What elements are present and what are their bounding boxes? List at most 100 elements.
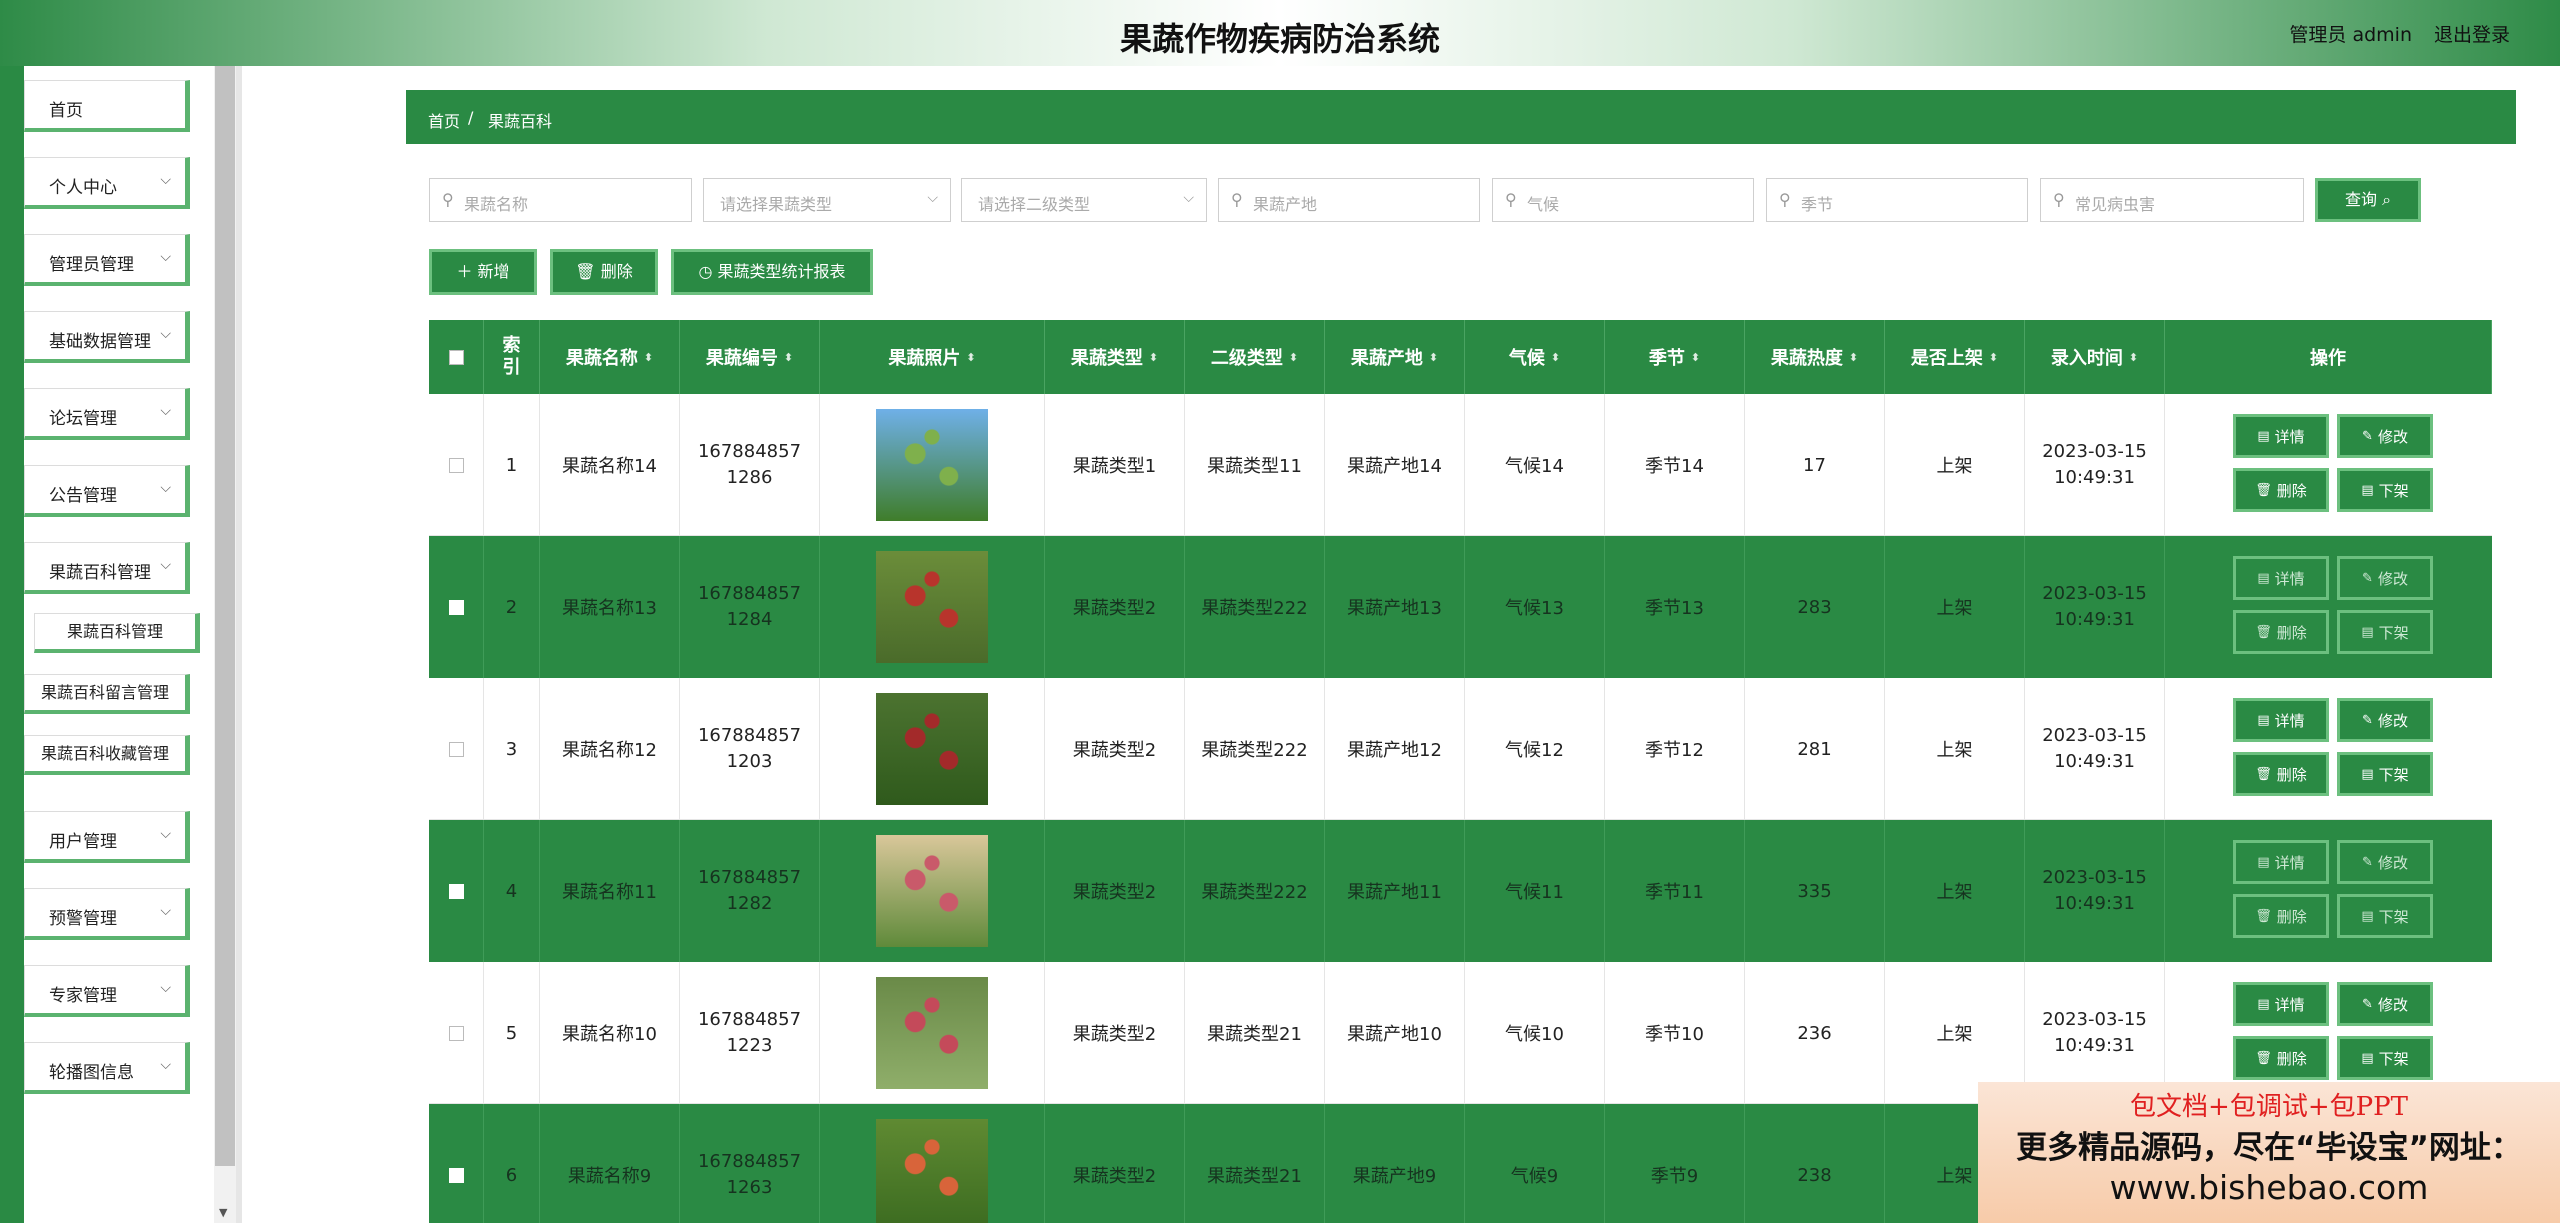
cell-season: 季节14: [1605, 394, 1745, 536]
add-button[interactable]: ＋ 新增: [429, 249, 537, 295]
cell-type-text: 果蔬类型2: [1072, 598, 1157, 619]
cell-climate: 气候12: [1465, 678, 1605, 820]
search-field-4[interactable]: ⚲ 气候: [1492, 178, 1754, 222]
row-checkbox[interactable]: [448, 883, 464, 899]
column-header-6[interactable]: 果蔬产地 ⬍: [1325, 320, 1465, 394]
search-field-0[interactable]: ⚲ 果蔬名称: [429, 178, 692, 222]
column-header-2[interactable]: 果蔬编号 ⬍: [680, 320, 820, 394]
sort-icon[interactable]: ⬍: [1429, 351, 1438, 364]
edit-button[interactable]: ✎修改: [2337, 556, 2433, 600]
row-checkbox[interactable]: [448, 1025, 464, 1041]
delete-button[interactable]: 🗑删除: [2233, 1036, 2329, 1080]
row-checkbox[interactable]: [448, 741, 464, 757]
select-all-checkbox[interactable]: [448, 349, 464, 365]
search-field-3[interactable]: ⚲ 果蔬产地: [1218, 178, 1480, 222]
cell-code-text: 1678848571286: [697, 441, 802, 488]
column-header-9[interactable]: 果蔬热度 ⬍: [1745, 320, 1885, 394]
chevron-down-icon: ⌵: [160, 480, 171, 496]
sidebar-subitem-2[interactable]: 果蔬百科收藏管理: [24, 735, 190, 775]
cell-subtype-text: 果蔬类型222: [1201, 882, 1308, 903]
document-icon: ▤: [2257, 570, 2270, 586]
sort-icon[interactable]: ⬍: [1289, 351, 1298, 364]
sort-icon[interactable]: ⬍: [784, 351, 793, 364]
sort-icon[interactable]: ⬍: [2129, 351, 2138, 364]
search-field-5[interactable]: ⚲ 季节: [1766, 178, 2028, 222]
sidebar-item-after-1[interactable]: 预警管理 ⌵: [24, 888, 190, 940]
row-checkbox[interactable]: [448, 1167, 464, 1183]
column-header-10[interactable]: 是否上架 ⬍: [1885, 320, 2025, 394]
column-header-5[interactable]: 二级类型 ⬍: [1185, 320, 1325, 394]
sidebar-item-3[interactable]: 基础数据管理 ⌵: [24, 311, 190, 363]
sort-icon[interactable]: ⬍: [1149, 351, 1158, 364]
detail-button[interactable]: ▤详情: [2233, 698, 2329, 742]
cell-climate-text: 气候12: [1505, 740, 1564, 761]
cell-name: 果蔬名称12: [540, 678, 680, 820]
offshelf-button[interactable]: ▤下架: [2337, 468, 2433, 512]
column-header-4[interactable]: 果蔬类型 ⬍: [1045, 320, 1185, 394]
sort-icon[interactable]: ⬍: [1691, 351, 1700, 364]
column-header-11[interactable]: 录入时间 ⬍: [2025, 320, 2165, 394]
plus-icon: ＋: [456, 262, 473, 281]
logout-link[interactable]: 退出登录: [2434, 20, 2510, 47]
cell-code: 1678848571203: [680, 678, 820, 820]
sidebar-item-after-0[interactable]: 用户管理 ⌵: [24, 811, 190, 863]
scroll-down-arrow-icon[interactable]: ▼: [219, 1206, 227, 1219]
report-button[interactable]: ◷ 果蔬类型统计报表: [671, 249, 873, 295]
delete-button[interactable]: 🗑删除: [2233, 752, 2329, 796]
sidebar-subitem-1[interactable]: 果蔬百科留言管理: [24, 674, 190, 714]
query-button[interactable]: 查询 ⌕: [2315, 178, 2421, 222]
current-user: 管理员 admin: [2289, 24, 2412, 46]
delete-button[interactable]: 🗑删除: [2233, 610, 2329, 654]
sidebar-scrollbar[interactable]: ▼: [214, 66, 236, 1223]
sort-icon[interactable]: ⬍: [644, 351, 653, 364]
breadcrumb-home[interactable]: 首页: [428, 108, 460, 132]
detail-button[interactable]: ▤详情: [2233, 556, 2329, 600]
edit-button[interactable]: ✎修改: [2337, 414, 2433, 458]
cell-heat-text: 281: [1797, 738, 1832, 760]
sidebar-subitem-0[interactable]: 果蔬百科管理: [34, 613, 200, 653]
sort-icon[interactable]: ⬍: [966, 351, 975, 364]
sidebar-item-0[interactable]: 首页: [24, 80, 190, 132]
offshelf-button[interactable]: ▤下架: [2337, 610, 2433, 654]
delete-button[interactable]: 🗑删除: [2233, 894, 2329, 938]
cell-time-text: 2023-03-15 10:49:31: [2042, 583, 2147, 630]
search-field-6[interactable]: ⚲ 常见病虫害: [2040, 178, 2304, 222]
offshelf-button[interactable]: ▤下架: [2337, 894, 2433, 938]
column-header-label: 果蔬照片: [888, 348, 961, 369]
cell-subtype-text: 果蔬类型222: [1201, 740, 1308, 761]
offshelf-button-label: 下架: [2378, 623, 2409, 642]
search-field-2[interactable]: ⌵ 请选择二级类型: [961, 178, 1207, 222]
scrollbar-thumb[interactable]: [215, 66, 235, 1166]
sidebar-item-5[interactable]: 公告管理 ⌵: [24, 465, 190, 517]
detail-button[interactable]: ▤详情: [2233, 840, 2329, 884]
sidebar-item-after-2[interactable]: 专家管理 ⌵: [24, 965, 190, 1017]
column-header-8[interactable]: 季节 ⬍: [1605, 320, 1745, 394]
detail-button[interactable]: ▤详情: [2233, 982, 2329, 1026]
sidebar-item-1[interactable]: 个人中心 ⌵: [24, 157, 190, 209]
header-select-all[interactable]: [429, 320, 484, 394]
cell-subtype: 果蔬类型222: [1185, 820, 1325, 962]
delete-button[interactable]: 🗑删除: [2233, 468, 2329, 512]
column-header-1[interactable]: 果蔬名称 ⬍: [540, 320, 680, 394]
search-field-1[interactable]: ⌵ 请选择果蔬类型: [703, 178, 951, 222]
edit-button[interactable]: ✎修改: [2337, 698, 2433, 742]
edit-button[interactable]: ✎修改: [2337, 982, 2433, 1026]
edit-button[interactable]: ✎修改: [2337, 840, 2433, 884]
detail-button[interactable]: ▤详情: [2233, 414, 2329, 458]
column-header-3[interactable]: 果蔬照片 ⬍: [820, 320, 1045, 394]
sidebar-item-4[interactable]: 论坛管理 ⌵: [24, 388, 190, 440]
row-checkbox[interactable]: [448, 457, 464, 473]
sidebar-item-2[interactable]: 管理员管理 ⌵: [24, 234, 190, 286]
sort-icon[interactable]: ⬍: [1551, 351, 1560, 364]
cell-type-text: 果蔬类型2: [1072, 1024, 1157, 1045]
offshelf-button[interactable]: ▤下架: [2337, 1036, 2433, 1080]
batch-delete-button[interactable]: 🗑 删除: [550, 249, 658, 295]
cell-climate: 气候9: [1465, 1104, 1605, 1223]
row-checkbox[interactable]: [448, 599, 464, 615]
offshelf-button[interactable]: ▤下架: [2337, 752, 2433, 796]
sort-icon[interactable]: ⬍: [1849, 351, 1858, 364]
column-header-7[interactable]: 气候 ⬍: [1465, 320, 1605, 394]
sidebar-item-6[interactable]: 果蔬百科管理 ⌵: [24, 542, 190, 594]
sidebar-item-after-3[interactable]: 轮播图信息 ⌵: [24, 1042, 190, 1094]
sort-icon[interactable]: ⬍: [1989, 351, 1998, 364]
